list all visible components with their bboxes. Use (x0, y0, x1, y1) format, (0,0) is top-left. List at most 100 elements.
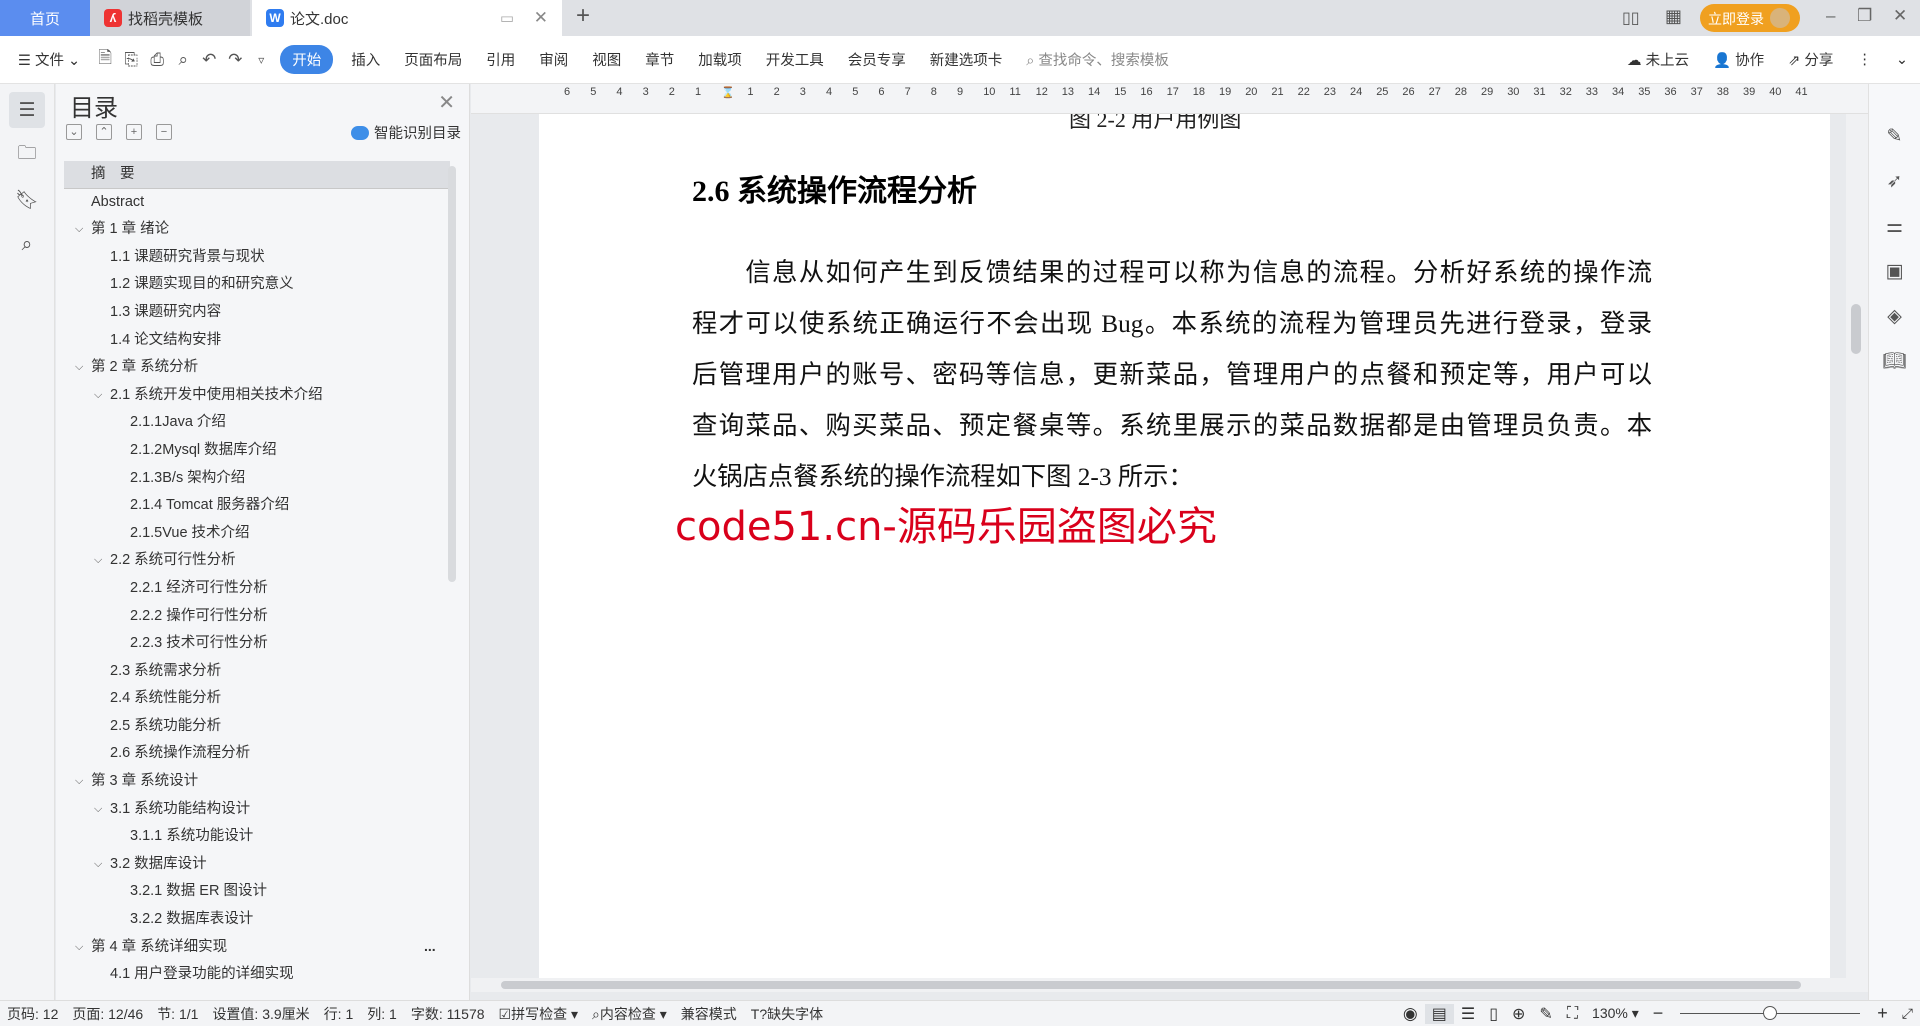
menu-developer[interactable]: 开发工具 (754, 49, 836, 70)
select-cursor-icon[interactable]: ➶ (1869, 159, 1920, 204)
vertical-scrollbar[interactable] (1846, 114, 1868, 978)
chevron-down-icon[interactable]: ⌵ (94, 796, 102, 824)
toc-item[interactable]: 2.1.5Vue 技术介绍 (64, 520, 450, 548)
toc-item[interactable]: 2.2.1 经济可行性分析 (64, 575, 450, 603)
toc-scrollbar[interactable] (448, 166, 456, 582)
more-icon[interactable]: ⋮ (1845, 52, 1884, 68)
fullscreen-icon[interactable]: ⤢ (1895, 1005, 1920, 1022)
tab-template[interactable]: ʎ 找稻壳模板 (90, 0, 250, 36)
layout-icon[interactable]: ▯▯ (1622, 8, 1640, 28)
login-button[interactable]: 立即登录 (1700, 4, 1800, 32)
menu-section[interactable]: 章节 (633, 49, 686, 70)
write-view-icon[interactable]: ✎ (1532, 1004, 1559, 1024)
page-view-icon[interactable]: ▤ (1424, 1003, 1454, 1024)
smart-toc-button[interactable]: 智能识别目录 (351, 122, 461, 143)
menu-review[interactable]: 审阅 (527, 49, 580, 70)
document-page[interactable]: 图 2-2 用户用例图 2.6 系统操作流程分析 信息从如何产生到反馈结果的过程… (539, 114, 1830, 978)
chevron-down-icon[interactable]: ⌵ (75, 354, 83, 382)
toc-item[interactable]: 4.1 用户登录功能的详细实现 (64, 961, 450, 989)
spell-check-button[interactable]: ☑拼写检查 ▾ (492, 1004, 585, 1024)
toc-item[interactable]: 1.3 课题研究内容 (64, 299, 450, 327)
minimize-button[interactable]: – (1826, 6, 1835, 26)
tab-home[interactable]: 首页 (0, 0, 90, 36)
toc-item[interactable]: 2.6 系统操作流程分析 (64, 740, 450, 768)
collapse-all-icon[interactable]: − (156, 124, 172, 140)
close-tab-icon[interactable]: ✕ (534, 8, 548, 28)
command-search[interactable]: ⌕ 查找命令、搜索模板 (1014, 49, 1181, 70)
restore-button[interactable]: ❐ (1857, 6, 1872, 26)
toc-item[interactable]: 3.2.2 数据库表设计 (64, 906, 450, 934)
toc-item[interactable]: 2.1.1Java 介绍 (64, 409, 450, 437)
apps-grid-icon[interactable]: ▦ (1665, 6, 1682, 27)
undo-icon[interactable]: ↶ (198, 50, 220, 70)
chevron-down-icon[interactable]: ⌵ (94, 547, 102, 575)
toc-item[interactable]: ⌵ 第 1 章 绪论 (64, 216, 450, 244)
book-icon[interactable]: 📖︎ (1869, 339, 1920, 384)
scroll-thumb[interactable] (1851, 304, 1861, 354)
eye-protection-icon[interactable]: ◉ (1396, 1004, 1425, 1024)
toc-item[interactable]: 2.1.4 Tomcat 服务器介绍 (64, 492, 450, 520)
zoom-out-button[interactable]: − (1646, 1003, 1671, 1024)
adjust-icon[interactable]: ⚌ (1869, 204, 1920, 249)
content-check-button[interactable]: ⌕内容检查 ▾ (585, 1004, 674, 1024)
compass-icon[interactable]: ◈ (1869, 294, 1920, 339)
pen-icon[interactable]: ✎ (1869, 114, 1920, 159)
expand-down-icon[interactable]: ⌄ (66, 124, 82, 140)
horizontal-ruler[interactable]: 6 5 4 3 2 1 ⌛ 1 2 3 4 5 6 7 8 9 10 11 12 13 14 15 16 17 18 19 20 21… (471, 84, 1868, 114)
toc-icon[interactable]: ☰ (9, 92, 45, 128)
toc-item[interactable]: 2.2.3 技术可行性分析 (64, 630, 450, 658)
collab-button[interactable]: 👤 协作 (1701, 49, 1776, 70)
toc-item[interactable]: ⌵ 3.2 数据库设计 (64, 851, 450, 879)
close-icon[interactable]: ✕ (438, 90, 455, 115)
toc-item[interactable]: ⌵ 3.1 系统功能结构设计 (64, 796, 450, 824)
horizontal-scrollbar[interactable] (471, 978, 1868, 992)
more-icon[interactable]: ... (424, 938, 436, 954)
print-preview-icon[interactable]: ⌕ (172, 50, 194, 70)
image-tool-icon[interactable]: ▣ (1869, 249, 1920, 294)
menu-view[interactable]: 视图 (580, 49, 633, 70)
new-tab-button[interactable]: + (576, 2, 590, 30)
cloud-status[interactable]: ☁ 未上云 (1615, 49, 1701, 70)
scroll-thumb[interactable] (501, 981, 1801, 989)
customize-dropdown-icon[interactable]: ▿ (250, 53, 272, 67)
export-pdf-icon[interactable]: ⎘ (120, 50, 142, 70)
menu-start[interactable]: 开始 (280, 45, 334, 74)
toc-item[interactable]: ⌵ 2.1 系统开发中使用相关技术介绍 (64, 382, 450, 410)
menu-new-tab[interactable]: 新建选项卡 (918, 49, 1015, 70)
toc-item[interactable]: Abstract (64, 189, 450, 217)
expand-all-icon[interactable]: + (126, 124, 142, 140)
toc-item[interactable]: 摘 要 (64, 161, 450, 189)
zoom-in-button[interactable]: + (1870, 1003, 1895, 1024)
toc-item[interactable]: ⌵ 第 4 章 系统详细实现 (64, 934, 450, 962)
menu-references[interactable]: 引用 (474, 49, 527, 70)
toc-item[interactable]: 2.1.2Mysql 数据库介绍 (64, 437, 450, 465)
collapse-up-icon[interactable]: ⌃ (96, 124, 112, 140)
tab-document[interactable]: W 论文.doc ▭ ✕ (252, 0, 562, 36)
reading-view-icon[interactable]: ▯ (1482, 1004, 1505, 1024)
print-icon[interactable]: ⎙ (146, 50, 168, 70)
chevron-down-icon[interactable]: ⌵ (94, 382, 102, 410)
web-view-icon[interactable]: ⊕ (1505, 1004, 1532, 1024)
pin-icon[interactable]: ▭ (500, 9, 514, 27)
zoom-slider[interactable] (1680, 1006, 1861, 1020)
toc-item[interactable]: 1.4 论文结构安排 (64, 327, 450, 355)
word-count[interactable]: 字数: 11578 (404, 1004, 492, 1024)
toc-item[interactable]: 3.2.1 数据 ER 图设计 (64, 878, 450, 906)
file-menu[interactable]: ☰ 文件 ⌄ (0, 49, 92, 70)
chevron-down-icon[interactable]: ⌵ (75, 934, 83, 962)
navigation-icon[interactable]: 🗀 (9, 137, 45, 173)
outline-view-icon[interactable]: ☰ (1454, 1004, 1482, 1024)
search-icon[interactable]: ⌕ (9, 227, 45, 263)
menu-member[interactable]: 会员专享 (836, 49, 918, 70)
menu-addins[interactable]: 加载项 (686, 49, 754, 70)
redo-icon[interactable]: ↷ (224, 50, 246, 70)
collapse-ribbon-icon[interactable]: ⌄ (1884, 52, 1920, 68)
bookmark-icon[interactable]: 🔖︎ (9, 182, 45, 218)
chevron-down-icon[interactable]: ⌵ (75, 216, 83, 244)
missing-font-button[interactable]: T?缺失字体 (744, 1004, 830, 1024)
toc-item[interactable]: 2.4 系统性能分析 (64, 685, 450, 713)
zoom-slider-handle[interactable] (1763, 1006, 1778, 1020)
save-icon[interactable]: 🗎 (94, 45, 116, 74)
toc-item[interactable]: ⌵ 第 3 章 系统设计 (64, 768, 450, 796)
close-window-button[interactable]: ✕ (1893, 6, 1907, 26)
